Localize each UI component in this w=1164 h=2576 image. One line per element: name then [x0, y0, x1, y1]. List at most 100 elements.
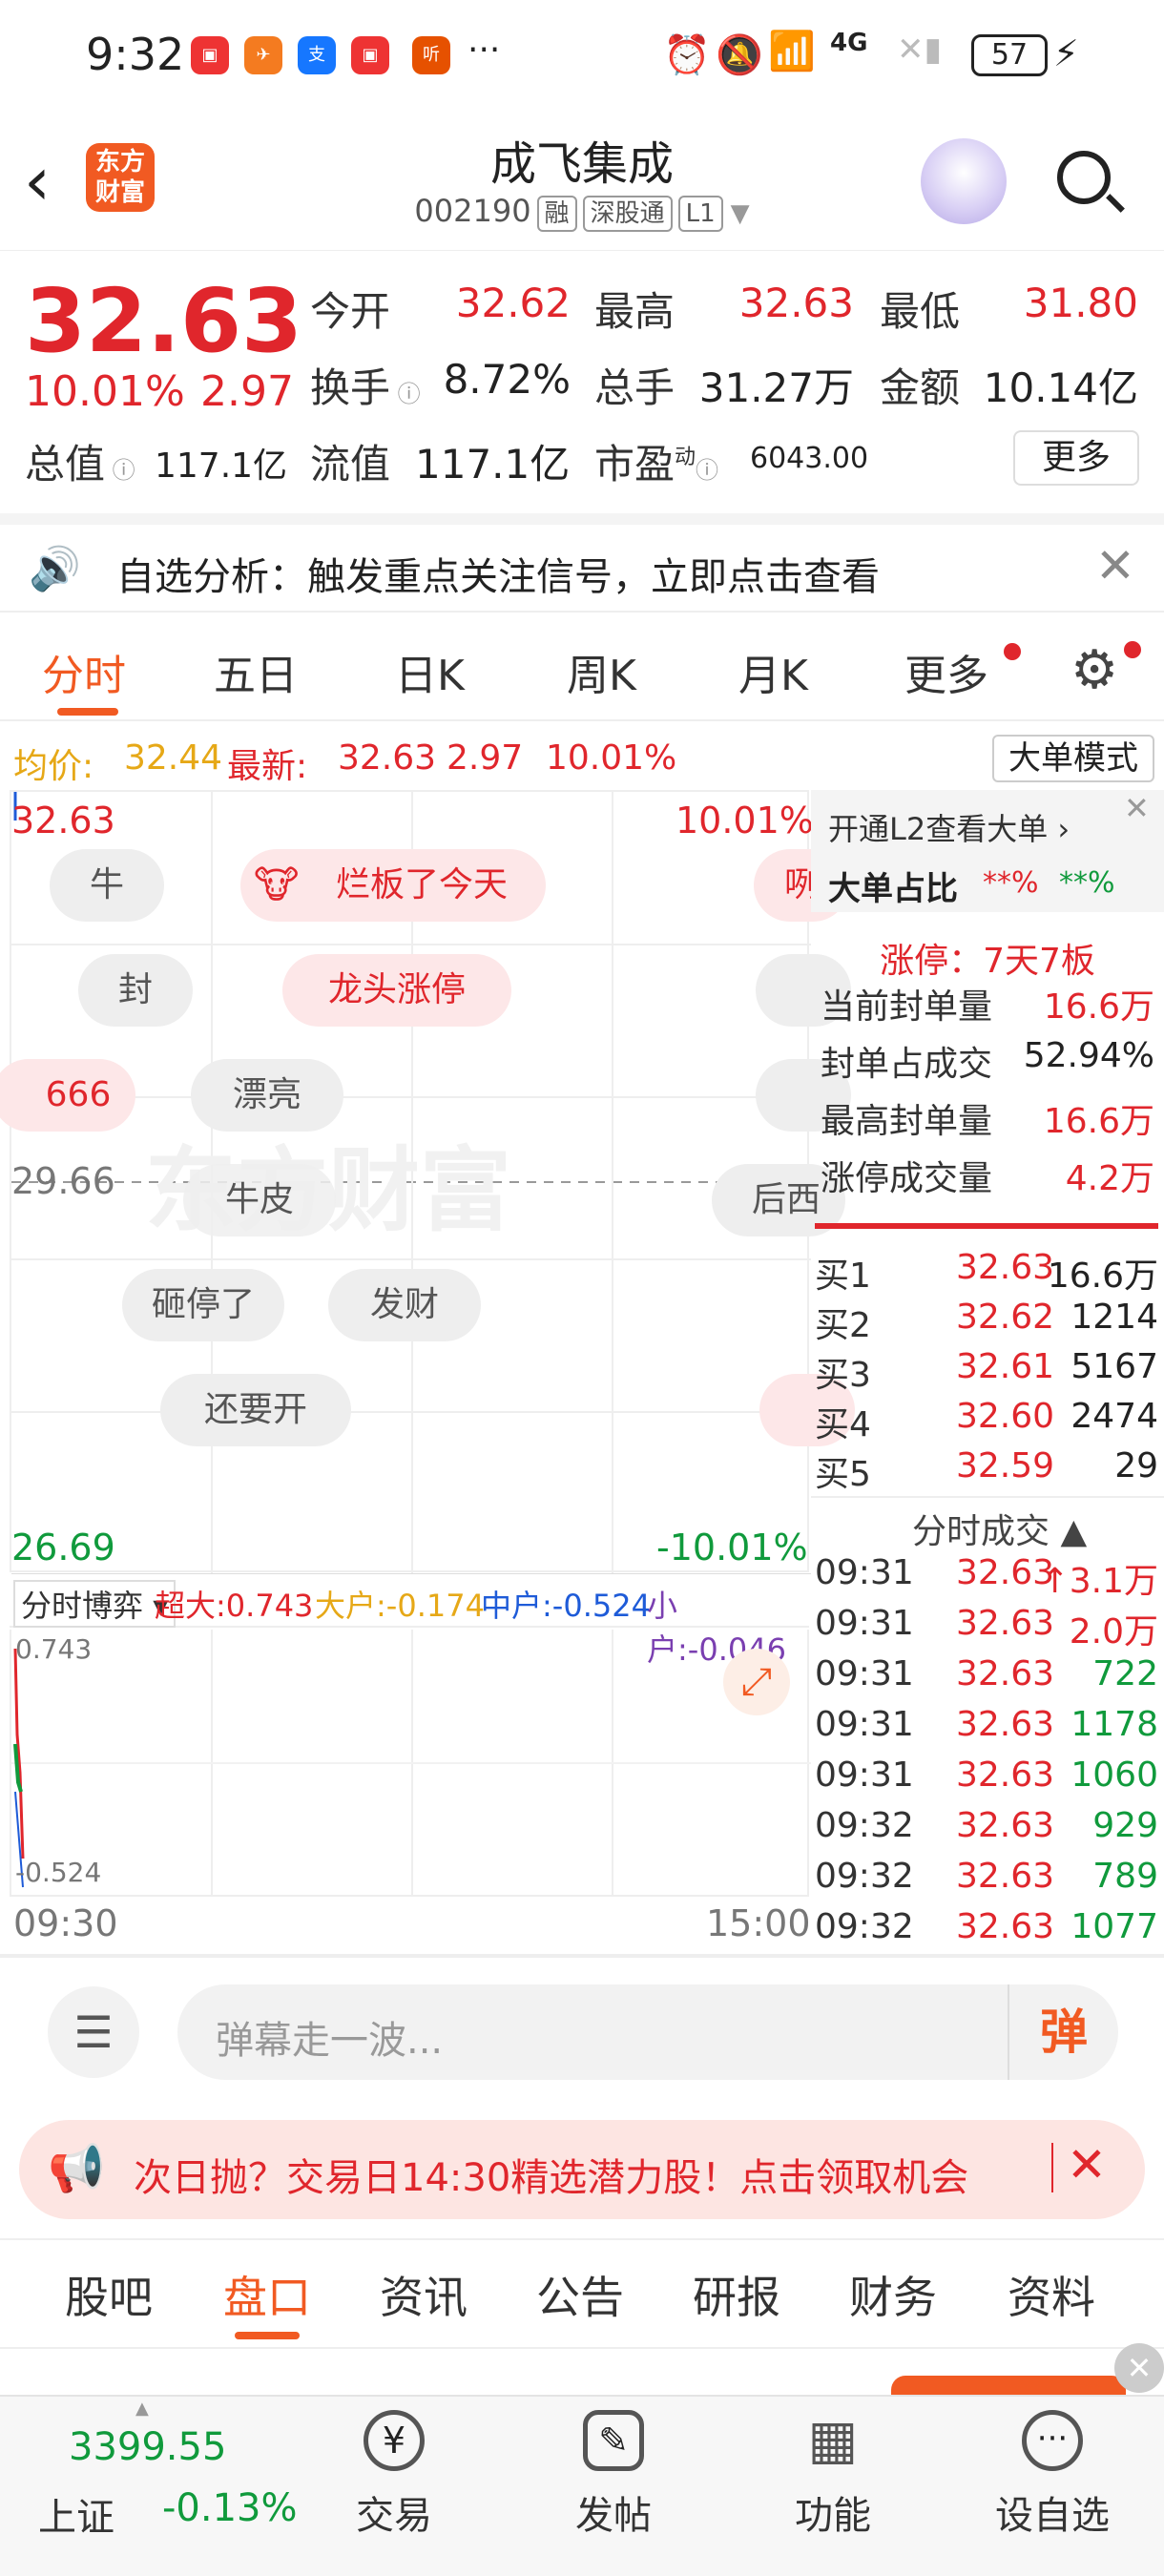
bid-label: 买1 [815, 1257, 871, 1296]
trade-button[interactable]: ¥ 交易 [322, 2410, 466, 2540]
tab-monthly-k[interactable]: 月K [738, 641, 808, 702]
trades-title[interactable]: 分时成交 ▲ [912, 1504, 1087, 1553]
mute-icon: 🔕 [716, 33, 763, 77]
more-button[interactable]: 更多 [1013, 430, 1139, 486]
promo-banner[interactable]: 📢 次日抛？交易日14:30精选潜力股！点击领取机会 ✕ [19, 2120, 1145, 2219]
latest-pct: 10.01% [546, 738, 677, 778]
post-button[interactable]: ✎ 发帖 [542, 2410, 685, 2540]
chart-tabs: 分时 五日 日K 周K 月K 更多 ⚙ [0, 620, 1164, 721]
signal-icon: ✕▮ [897, 31, 943, 69]
pe-label: 市盈动ⓘ [594, 441, 719, 488]
mcap-value: 117.1亿 [155, 447, 288, 486]
trade-time: 09:32 [815, 1907, 914, 1946]
tag-connect: 深股通 [582, 196, 673, 232]
limit-up-info: 涨停：7天7板 [880, 942, 1095, 981]
flow-min-label: -0.524 [15, 1857, 102, 1888]
intraday-chart[interactable]: 东方财富 32.63 10.01% 29.66 26.69 -10.01% 牛 … [0, 790, 855, 1574]
trade-price: 32.63 [956, 1604, 1055, 1643]
danmaku-bubble: 封 [78, 954, 193, 1027]
notice-banner[interactable]: 🔊 自选分析：触发重点关注信号，立即点击查看 ✕ [0, 513, 1164, 613]
danmaku-settings-icon[interactable]: ☰ [48, 1986, 139, 2078]
trade-yen-icon: ¥ [364, 2410, 425, 2471]
active-tab-indicator [235, 2332, 300, 2339]
settings-gear-icon[interactable]: ⚙ [1070, 639, 1118, 701]
avg-label: 均价: [13, 747, 94, 786]
limit-divider [815, 1223, 1158, 1229]
l2-promo-box[interactable]: 开通L2查看大单 › ✕ 大单占比 **% **% [811, 790, 1164, 912]
close-icon[interactable]: ✕ [1124, 790, 1150, 826]
comment-input[interactable]: 弹幕走一波... 弹 [177, 1984, 1118, 2080]
bid-label: 买5 [815, 1455, 871, 1494]
expand-icon[interactable]: ⤢ [723, 1649, 790, 1715]
tab-five-day[interactable]: 五日 [214, 641, 298, 702]
danmaku-bubble-highlight: 🐮 烂板了今天 [240, 849, 546, 922]
latest-change: 2.97 [447, 738, 524, 778]
add-watchlist-button[interactable]: ··· 设自选 [981, 2410, 1124, 2540]
huawei-app-icon: ▣ [191, 36, 229, 74]
active-tab-indicator [57, 708, 118, 716]
battery-indicator: 57 [971, 34, 1048, 76]
fund-flow-dropdown[interactable]: 分时博弈 ▾ [13, 1580, 177, 1628]
wifi-icon: 📶 [768, 30, 816, 73]
price-info-line: 均价: 32.44 最新: 32.63 2.97 10.01% 大单模式 [0, 729, 1164, 786]
float-value: 117.1亿 [415, 441, 571, 488]
tab-forum[interactable]: 股吧 [65, 2263, 153, 2326]
time-start: 09:30 [13, 1902, 118, 1944]
tab-profile[interactable]: 资料 [1008, 2263, 1095, 2326]
flow-medium: 中户:-0.524 [481, 1588, 651, 1624]
fund-flow-chart[interactable]: 0.743 -0.524 ⤢ [10, 1630, 811, 1897]
comment-bar: ☰ 弹幕走一波... 弹 [0, 1958, 1164, 2110]
search-icon[interactable] [1057, 151, 1111, 204]
flow-grid [11, 1630, 811, 1897]
danmaku-bubble: 牛皮 [183, 1164, 336, 1236]
tab-finance[interactable]: 财务 [849, 2263, 937, 2326]
status-time: 9:32 [86, 29, 185, 80]
limit-stat-value: 52.94% [1023, 1036, 1154, 1075]
tab-intraday[interactable]: 分时 [42, 641, 126, 702]
tab-orderbook[interactable]: 盘口 [223, 2263, 311, 2326]
trade-time: 09:31 [815, 1553, 914, 1592]
danmaku-button[interactable]: 弹 [1008, 1984, 1118, 2080]
bid-label: 买4 [815, 1405, 871, 1444]
tab-daily-k[interactable]: 日K [395, 641, 465, 702]
more-notifications: ··· [468, 31, 501, 70]
listen-app-icon: 听 [412, 36, 450, 74]
tab-news[interactable]: 资讯 [380, 2263, 468, 2326]
functions-button[interactable]: ▦ 功能 [761, 2410, 904, 2540]
close-icon[interactable]: ✕ [1095, 538, 1135, 593]
index-value[interactable]: 3399.55 [69, 2425, 226, 2469]
trade-price: 32.63 [956, 1705, 1055, 1744]
edit-icon: ✎ [583, 2410, 644, 2471]
trade-volume: 789 [1092, 1857, 1158, 1896]
trade-volume: 929 [1092, 1806, 1158, 1845]
open-value: 32.62 [455, 280, 571, 326]
trade-time: 09:31 [815, 1755, 914, 1795]
mcap-label: 总值 ⓘ [25, 441, 135, 488]
tab-announcements[interactable]: 公告 [536, 2263, 624, 2326]
chart-mid-price: 29.66 [11, 1160, 115, 1202]
tab-weekly-k[interactable]: 周K [567, 641, 636, 702]
index-pct: -0.13% [162, 2486, 298, 2530]
trade-volume: 2.0万 [1069, 1612, 1158, 1652]
big-order-mode-button[interactable]: 大单模式 [992, 735, 1154, 782]
danmaku-bubble: 666 [0, 1059, 135, 1132]
limit-stat-label: 最高封单量 [821, 1102, 993, 1141]
trade-time: 09:31 [815, 1654, 914, 1693]
speaker-icon: 🔊 [29, 545, 81, 593]
tab-research[interactable]: 研报 [693, 2263, 780, 2326]
tab-more[interactable]: 更多 [904, 641, 988, 702]
flow-super-large: 超大:0.743 [155, 1588, 314, 1624]
trade-time: 09:32 [815, 1806, 914, 1845]
big-ratio-sell: **% [1059, 866, 1115, 900]
charging-icon: ⚡ [1053, 32, 1079, 74]
robot-assistant-icon[interactable] [921, 138, 1007, 224]
close-icon[interactable]: ✕ [1114, 2343, 1164, 2393]
close-icon[interactable]: ✕ [1067, 2137, 1107, 2192]
bid-volume: 29 [1114, 1446, 1158, 1485]
limit-stat-value: 4.2万 [1065, 1159, 1154, 1198]
low-value: 31.80 [1023, 280, 1138, 326]
trade-price: 32.63 [956, 1857, 1055, 1896]
l2-link[interactable]: 开通L2查看大单 › [828, 805, 1070, 849]
alipay-icon: 支 [298, 36, 336, 74]
avg-value: 32.44 [124, 738, 223, 778]
